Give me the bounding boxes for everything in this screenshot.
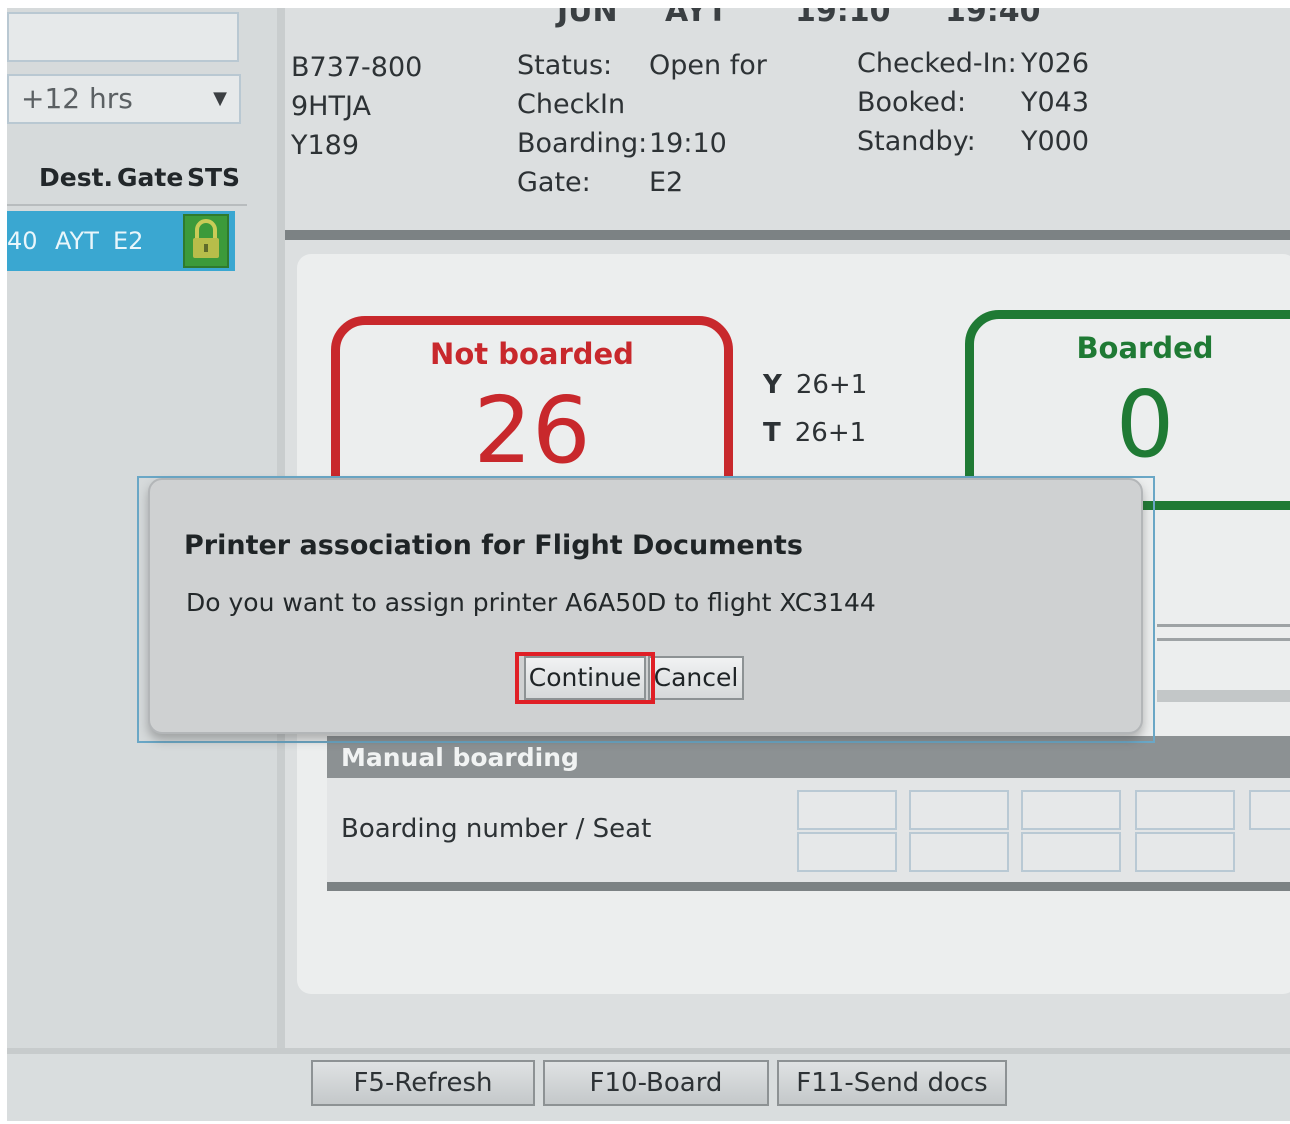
checked-in-value: Y026 xyxy=(1021,48,1090,79)
lock-status-cell xyxy=(183,214,229,268)
column-header-gate: Gate xyxy=(117,163,184,192)
column-divider xyxy=(7,204,247,206)
status-labels: Status: CheckIn Boarding: Gate: xyxy=(517,46,647,202)
status-label: Status: xyxy=(517,50,613,81)
time-offset-select[interactable]: +12 hrs ▼ xyxy=(7,74,241,124)
aircraft-info: B737-800 9HTJA Y189 xyxy=(291,48,422,165)
class-y-value: 26+1 xyxy=(795,370,868,400)
lock-icon xyxy=(193,219,219,258)
boarding-label: Boarding: xyxy=(517,128,648,159)
not-boarded-count: 26 xyxy=(473,377,591,484)
status-value: Open for xyxy=(649,50,767,81)
boarding-time: 19:10 xyxy=(649,128,727,159)
refresh-button[interactable]: F5-Refresh xyxy=(311,1060,535,1106)
dialog-title: Printer association for Flight Documents xyxy=(184,530,803,561)
function-bar-divider xyxy=(7,1048,1290,1054)
class-t-value: 26+1 xyxy=(794,418,867,448)
dropdown-arrow-icon: ▼ xyxy=(213,88,227,109)
pax-labels: Checked-In: Booked: Standby: xyxy=(857,44,1017,161)
flight-time: 40 xyxy=(7,227,38,255)
boarding-number-field[interactable] xyxy=(1021,790,1121,830)
manual-boarding-divider xyxy=(327,882,1290,891)
flight-gate: E2 xyxy=(113,227,144,255)
dialog-message: Do you want to assign printer A6A50D to … xyxy=(186,588,876,617)
header-divider xyxy=(285,230,1290,240)
aircraft-registration: 9HTJA xyxy=(291,91,371,122)
header-dest-fragment: AYT xyxy=(665,8,728,29)
gate-label: Gate: xyxy=(517,167,591,198)
class-y-count: Y 26+1 xyxy=(763,370,867,400)
seat-field[interactable] xyxy=(797,832,897,872)
header-date-fragment: JUN xyxy=(557,8,618,29)
panel-line xyxy=(1157,638,1290,641)
flight-row-selected[interactable]: 40 AYT E2 xyxy=(7,211,235,271)
aircraft-type: B737-800 xyxy=(291,52,423,83)
class-y-label: Y xyxy=(763,370,782,400)
pax-values: Y026 Y043 Y000 xyxy=(1021,44,1089,161)
status-value-line2: CheckIn xyxy=(517,89,626,120)
cancel-button[interactable]: Cancel xyxy=(648,656,744,700)
panel-line xyxy=(1157,690,1290,702)
flight-dest: AYT xyxy=(55,227,99,255)
seat-field[interactable] xyxy=(1135,832,1235,872)
board-button[interactable]: F10-Board xyxy=(543,1060,769,1106)
column-header-sts: STS xyxy=(187,163,241,192)
continue-button[interactable]: Continue xyxy=(524,656,646,700)
booked-value: Y043 xyxy=(1021,87,1090,118)
send-docs-button[interactable]: F11-Send docs xyxy=(777,1060,1007,1106)
boarded-count: 0 xyxy=(1115,371,1175,478)
boarding-number-field[interactable] xyxy=(1249,790,1290,830)
standby-label: Standby: xyxy=(857,126,976,157)
booked-label: Booked: xyxy=(857,87,967,118)
class-t-label: T xyxy=(763,418,781,448)
not-boarded-title: Not boarded xyxy=(430,337,634,371)
class-t-count: T 26+1 xyxy=(763,418,866,448)
header-time2-fragment: 19:40 xyxy=(945,8,1041,29)
printer-association-dialog: Printer association for Flight Documents… xyxy=(148,478,1143,734)
screen: +12 hrs ▼ Dest. Gate STS 40 AYT E2 JUN A… xyxy=(7,8,1290,1121)
boarding-number-label: Boarding number / Seat xyxy=(341,814,652,844)
time-offset-value: +12 hrs xyxy=(21,82,133,115)
boarding-number-field[interactable] xyxy=(909,790,1009,830)
status-values: Open for 19:10 E2 xyxy=(649,46,767,202)
manual-boarding-body: Boarding number / Seat xyxy=(327,778,1290,882)
flight-search-input[interactable] xyxy=(7,12,239,62)
gate-value: E2 xyxy=(649,167,684,198)
aircraft-config: Y189 xyxy=(291,130,360,161)
header-time1-fragment: 19:10 xyxy=(795,8,891,29)
boarding-number-field[interactable] xyxy=(797,790,897,830)
panel-line xyxy=(1157,624,1290,627)
boarded-title: Boarded xyxy=(1076,331,1214,365)
seat-field[interactable] xyxy=(909,832,1009,872)
checked-in-label: Checked-In: xyxy=(857,48,1017,79)
column-header-dest: Dest. xyxy=(39,163,114,192)
standby-value: Y000 xyxy=(1021,126,1090,157)
seat-field[interactable] xyxy=(1021,832,1121,872)
boarding-number-field[interactable] xyxy=(1135,790,1235,830)
